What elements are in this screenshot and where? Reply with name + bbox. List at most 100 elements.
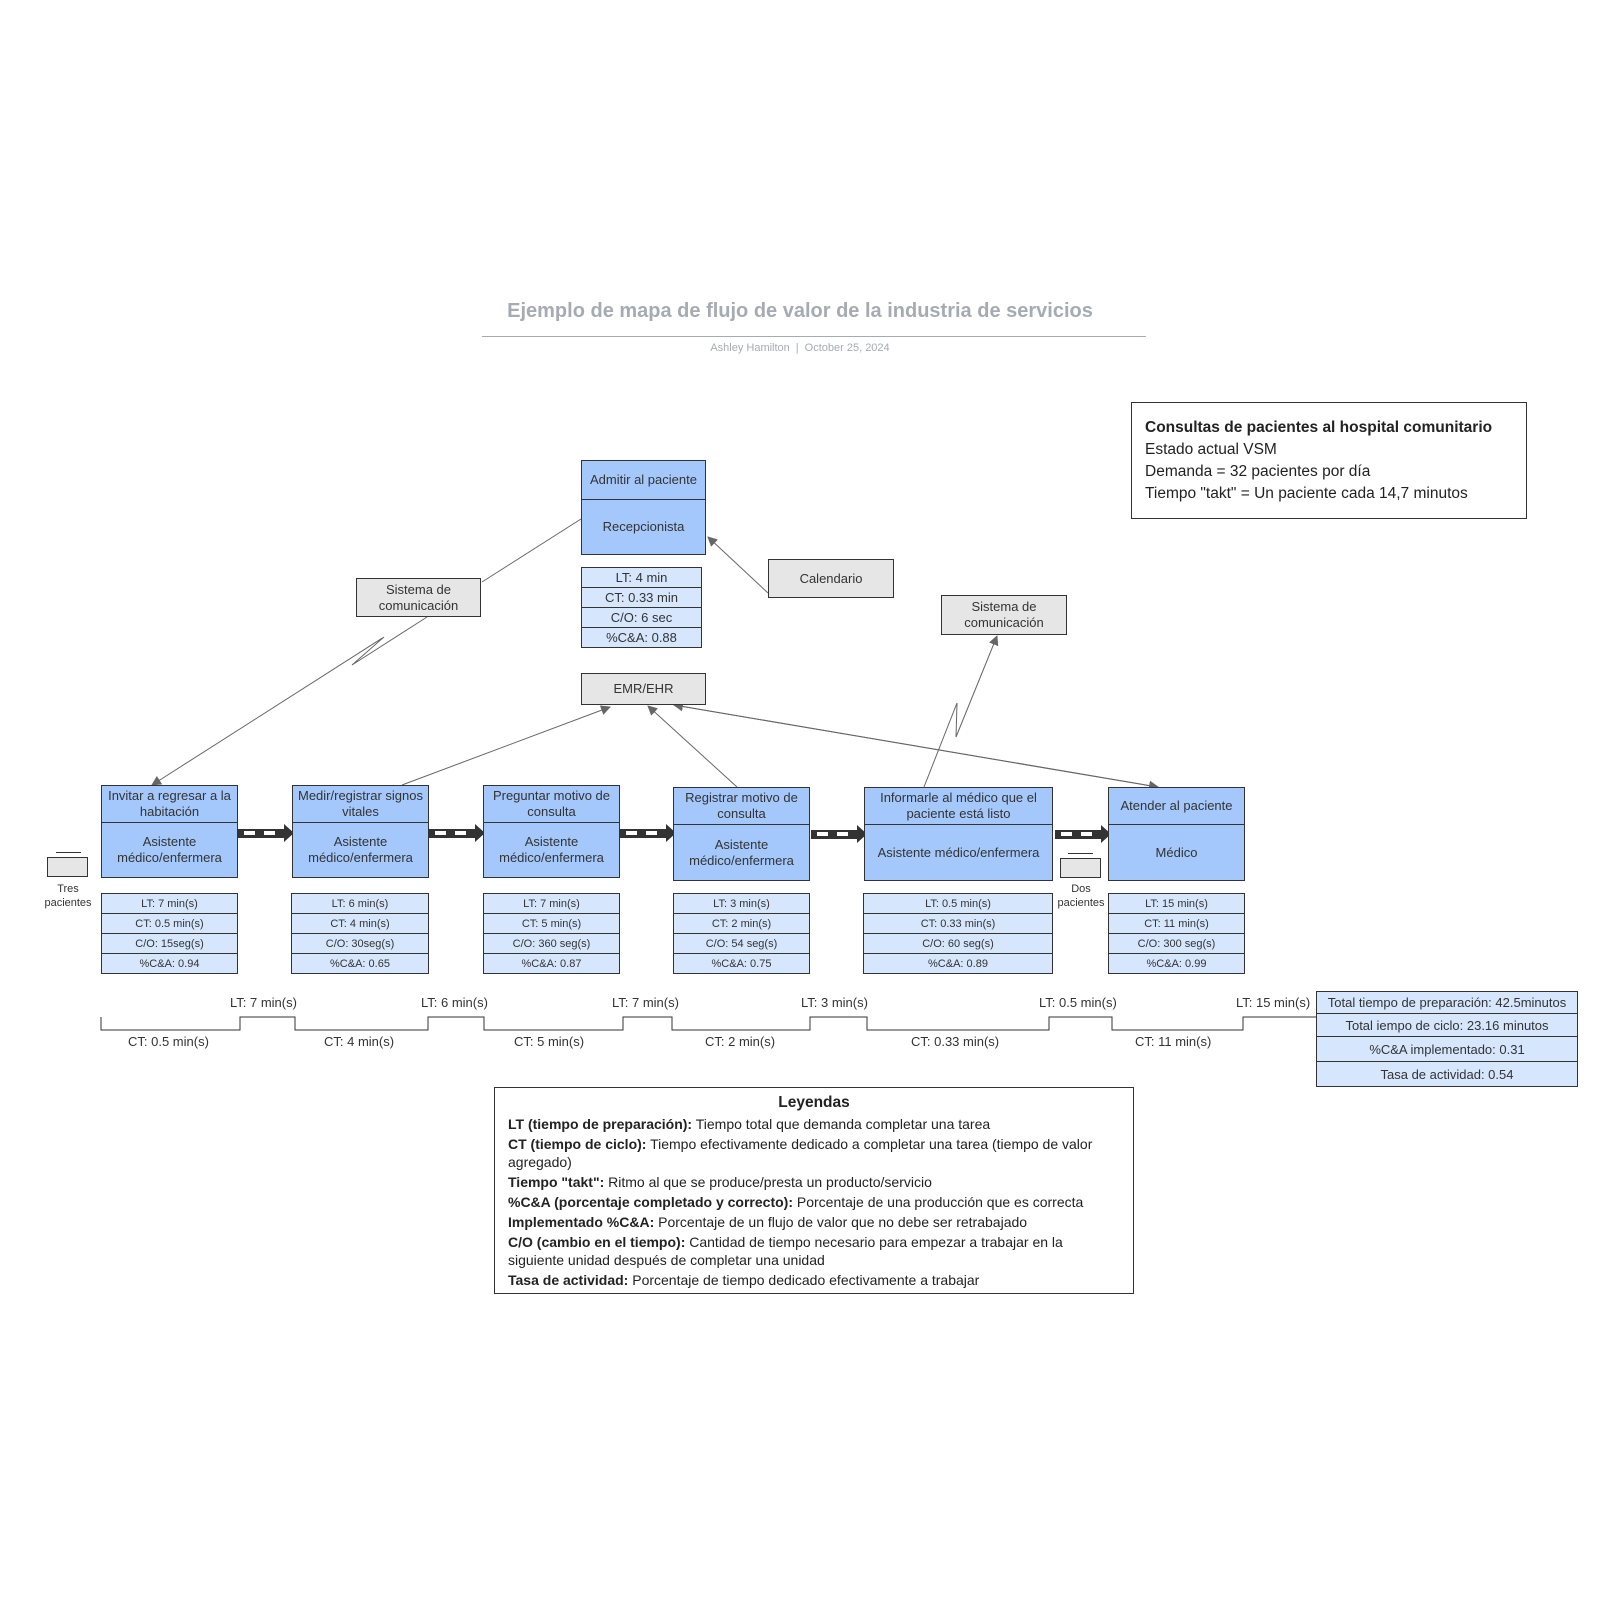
info-title: Consultas de pacientes al hospital comun… [1145, 419, 1493, 436]
author: Ashley Hamilton [710, 342, 790, 354]
data-ca: %C&A: 0.94 [139, 957, 200, 970]
info-line: Demanda = 32 pacientes por día [1145, 463, 1371, 480]
data-ct: CT: 4 min(s) [292, 914, 428, 934]
process-role: Asistente médico/enfermera [689, 836, 794, 868]
data-ca: %C&A: 0.75 [711, 957, 772, 970]
inventory-icon [47, 857, 88, 877]
timeline-lt-label: LT: 0.5 min(s) [1039, 995, 1117, 1010]
push-arrow [811, 825, 867, 843]
inventory-icon [1060, 858, 1101, 878]
push-arrow [1055, 825, 1111, 843]
legend-term: %C&A (porcentaje completado y correcto): [508, 1194, 793, 1210]
data-ca: %C&A: 0.99 [1146, 957, 1207, 970]
connector-admit-comm [481, 518, 582, 583]
process-vitals[interactable]: Medir/registrar signos vitales Asistente… [292, 785, 429, 878]
legend-term: Tasa de actividad: [508, 1272, 629, 1288]
data-lt: LT: 0.5 min(s) [864, 894, 1052, 914]
data-ct: CT: 2 min(s) [674, 914, 809, 934]
timeline-lt-label: LT: 15 min(s) [1236, 995, 1311, 1010]
process-invite[interactable]: Invitar a regresar a la habitación Asist… [101, 785, 238, 878]
data-lt: LT: 15 min(s) [1109, 894, 1244, 914]
inventory-icon-top [1068, 853, 1093, 854]
date: October 25, 2024 [804, 342, 890, 354]
legend-term: C/O (cambio en el tiempo): [508, 1234, 686, 1250]
legend-def: Porcentaje de un flujo de valor que no d… [654, 1214, 1028, 1230]
data-ct: CT: 0.33 min [582, 588, 701, 608]
data-lt: LT: 6 min(s) [292, 894, 428, 914]
inventory-icon-top [56, 852, 81, 853]
process-title: Invitar a regresar a la habitación [102, 786, 237, 823]
push-arrow [620, 824, 676, 842]
legend-title: Leyendas [778, 1094, 850, 1111]
process-role: Asistente médico/enfermera [308, 834, 413, 865]
data-lt: LT: 3 min(s) [674, 894, 809, 914]
data-ct: CT: 5 min(s) [484, 914, 619, 934]
data-co: C/O: 54 seg(s) [674, 934, 809, 954]
calendar-box[interactable]: Calendario [768, 559, 894, 598]
totals-table: Total tiempo de preparación: 42.5minutos… [1316, 991, 1578, 1087]
timeline-lt-label: LT: 6 min(s) [421, 995, 488, 1010]
legend-def: Ritmo al que se produce/presta un produc… [604, 1174, 932, 1190]
timeline-ct-label: CT: 0.5 min(s) [128, 1034, 209, 1049]
data-lt: LT: 7 min(s) [484, 894, 619, 914]
process-ask-reason[interactable]: Preguntar motivo de consulta Asistente m… [483, 785, 620, 878]
emr-ehr-box[interactable]: EMR/EHR [581, 673, 706, 705]
connector-process2-emr [401, 705, 611, 786]
process-data-box: LT: 15 min(s) CT: 11 min(s) C/O: 300 seg… [1108, 893, 1245, 974]
process-attend-patient[interactable]: Atender al paciente Médico [1108, 787, 1245, 881]
process-role: Asistente médico/enfermera [117, 834, 222, 865]
admit-data-box: LT: 4 min CT: 0.33 min C/O: 6 sec %C&A: … [581, 567, 702, 648]
process-title: Admitir al paciente [582, 461, 705, 500]
total-activity-rate: Tasa de actividad: 0.54 [1316, 1062, 1578, 1087]
process-data-box: LT: 7 min(s) CT: 5 min(s) C/O: 360 seg(s… [483, 893, 620, 974]
legend-term: CT (tiempo de ciclo): [508, 1136, 647, 1152]
timeline-lt-label: LT: 7 min(s) [230, 995, 297, 1010]
legend-item: Tiempo "takt": Ritmo al que se produce/p… [508, 1173, 1120, 1191]
process-role: Recepcionista [602, 519, 685, 534]
legend-term: Implementado %C&A: [508, 1214, 655, 1230]
data-ca: %C&A: 0.65 [330, 957, 390, 970]
data-ca: %C&A: 0.89 [928, 957, 988, 970]
process-role: Médico [1155, 844, 1198, 860]
inventory-label: Tres pacientes [44, 883, 92, 909]
data-ct: CT: 11 min(s) [1109, 914, 1244, 934]
comm-system-right-box[interactable]: Sistema de comunicación [941, 595, 1067, 635]
legend-item: C/O (cambio en el tiempo): Cantidad de t… [508, 1233, 1120, 1269]
process-role: Asistente médico/enfermera [499, 834, 604, 865]
process-admit[interactable]: Admitir al paciente Recepcionista [581, 460, 706, 555]
connector-process5-comm [923, 635, 999, 788]
push-arrow [238, 824, 294, 842]
process-inform-doctor[interactable]: Informarle al médico que el paciente est… [864, 787, 1053, 881]
process-data-box: LT: 7 min(s) CT: 0.5 min(s) C/O: 15seg(s… [101, 893, 238, 974]
total-cycle-time: Total iempo de ciclo: 23.16 minutos [1316, 1014, 1578, 1037]
comm-system-left-box[interactable]: Sistema de comunicación [356, 578, 481, 617]
process-data-box: LT: 6 min(s) CT: 4 min(s) C/O: 30seg(s) … [291, 893, 429, 974]
timeline-lt-label: LT: 7 min(s) [612, 995, 679, 1010]
data-co: C/O: 30seg(s) [292, 934, 428, 954]
total-lead-time: Total tiempo de preparación: 42.5minutos [1316, 991, 1578, 1014]
data-ct: CT: 0.5 min(s) [102, 914, 237, 934]
legend-item: Tasa de actividad: Porcentaje de tiempo … [508, 1271, 1120, 1289]
info-line: Tiempo "takt" = Un paciente cada 14,7 mi… [1145, 485, 1468, 502]
connector-process4-emr [647, 705, 738, 788]
data-co: C/O: 60 seg(s) [864, 934, 1052, 954]
legend-def: Porcentaje de una producción que es corr… [792, 1194, 1084, 1210]
connector-calendar-admit [707, 536, 769, 594]
subtitle-separator: | [795, 342, 799, 354]
data-ca: %C&A: 0.88 [606, 630, 677, 645]
data-co: C/O: 6 sec [582, 608, 701, 628]
legend-item: CT (tiempo de ciclo): Tiempo efectivamen… [508, 1135, 1120, 1171]
inventory-label: Dos pacientes [1057, 883, 1105, 909]
process-record-reason[interactable]: Registrar motivo de consulta Asistente m… [673, 787, 810, 881]
legend-term: Tiempo "takt": [508, 1174, 605, 1190]
push-arrow [429, 824, 485, 842]
legend-box: Leyendas LT (tiempo de preparación): Tie… [494, 1087, 1134, 1294]
process-data-box: LT: 3 min(s) CT: 2 min(s) C/O: 54 seg(s)… [673, 893, 810, 974]
process-title: Registrar motivo de consulta [674, 788, 809, 825]
data-lt: LT: 4 min [582, 568, 701, 588]
legend-item: LT (tiempo de preparación): Tiempo total… [508, 1115, 1120, 1133]
process-title: Preguntar motivo de consulta [484, 786, 619, 823]
legend-term: LT (tiempo de preparación): [508, 1116, 693, 1132]
legend-def: Porcentaje de tiempo dedicado efectivame… [628, 1272, 980, 1288]
page-subtitle: Ashley Hamilton | October 25, 2024 [470, 342, 1130, 354]
